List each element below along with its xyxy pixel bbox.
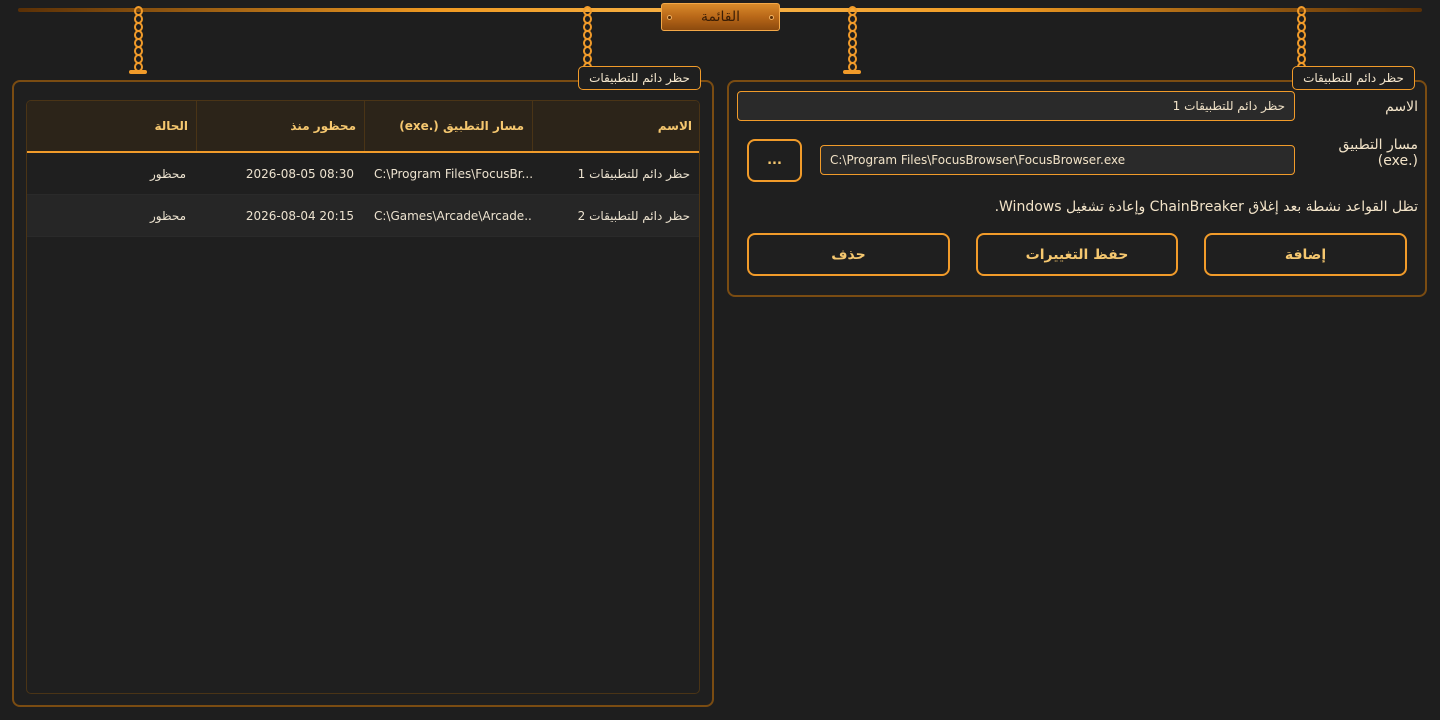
rivet-icon xyxy=(667,15,672,20)
table-row[interactable]: حظر دائم للتطبيقات 1 C:\Program Files\Fo… xyxy=(27,153,699,195)
menu-title-plaque[interactable]: القائمة xyxy=(661,3,780,31)
cell-path: C:\Program Files\FocusBr... xyxy=(374,167,532,181)
cell-status: محظور xyxy=(149,167,186,181)
add-button[interactable]: إضافة xyxy=(1204,233,1407,276)
chain-icon xyxy=(1292,6,1310,74)
app-path-label: مسار التطبيق (.exe) xyxy=(1338,137,1418,169)
cell-blocked-since: 2026-08-04 20:15 xyxy=(245,209,354,223)
browse-button[interactable]: ... xyxy=(747,139,802,182)
list-panel-tag: حظر دائم للتطبيقات xyxy=(578,66,701,90)
name-label: الاسم xyxy=(1385,99,1418,115)
column-header-status[interactable]: الحالة xyxy=(27,101,196,151)
chain-icon xyxy=(129,6,147,74)
column-header-blocked-since[interactable]: محظور منذ xyxy=(196,101,364,151)
table-row[interactable]: حظر دائم للتطبيقات 2 C:\Games\Arcade\Arc… xyxy=(27,195,699,237)
persistence-note: تظل القواعد نشطة بعد إغلاق ChainBreaker … xyxy=(994,199,1418,215)
editor-panel-tag: حظر دائم للتطبيقات xyxy=(1292,66,1415,90)
cell-name: حظر دائم للتطبيقات 2 xyxy=(577,209,690,223)
column-header-name[interactable]: الاسم xyxy=(532,101,699,151)
cell-blocked-since: 2026-08-05 08:30 xyxy=(245,167,354,181)
table-header: الاسم مسار التطبيق (.exe) محظور منذ الحا… xyxy=(27,101,699,153)
chain-icon xyxy=(843,6,861,74)
cell-status: محظور xyxy=(149,209,186,223)
app-path-input[interactable] xyxy=(820,145,1295,175)
cell-name: حظر دائم للتطبيقات 1 xyxy=(577,167,690,181)
delete-button[interactable]: حذف xyxy=(747,233,950,276)
blocked-apps-table[interactable]: الاسم مسار التطبيق (.exe) محظور منذ الحا… xyxy=(26,100,700,694)
save-changes-button[interactable]: حفظ التغييرات xyxy=(976,233,1178,276)
chain-icon xyxy=(578,6,596,74)
column-header-path[interactable]: مسار التطبيق (.exe) xyxy=(364,101,532,151)
menu-title: القائمة xyxy=(701,9,740,25)
rivet-icon xyxy=(769,15,774,20)
cell-path: C:\Games\Arcade\Arcade.... xyxy=(374,209,532,223)
name-input[interactable] xyxy=(737,91,1295,121)
